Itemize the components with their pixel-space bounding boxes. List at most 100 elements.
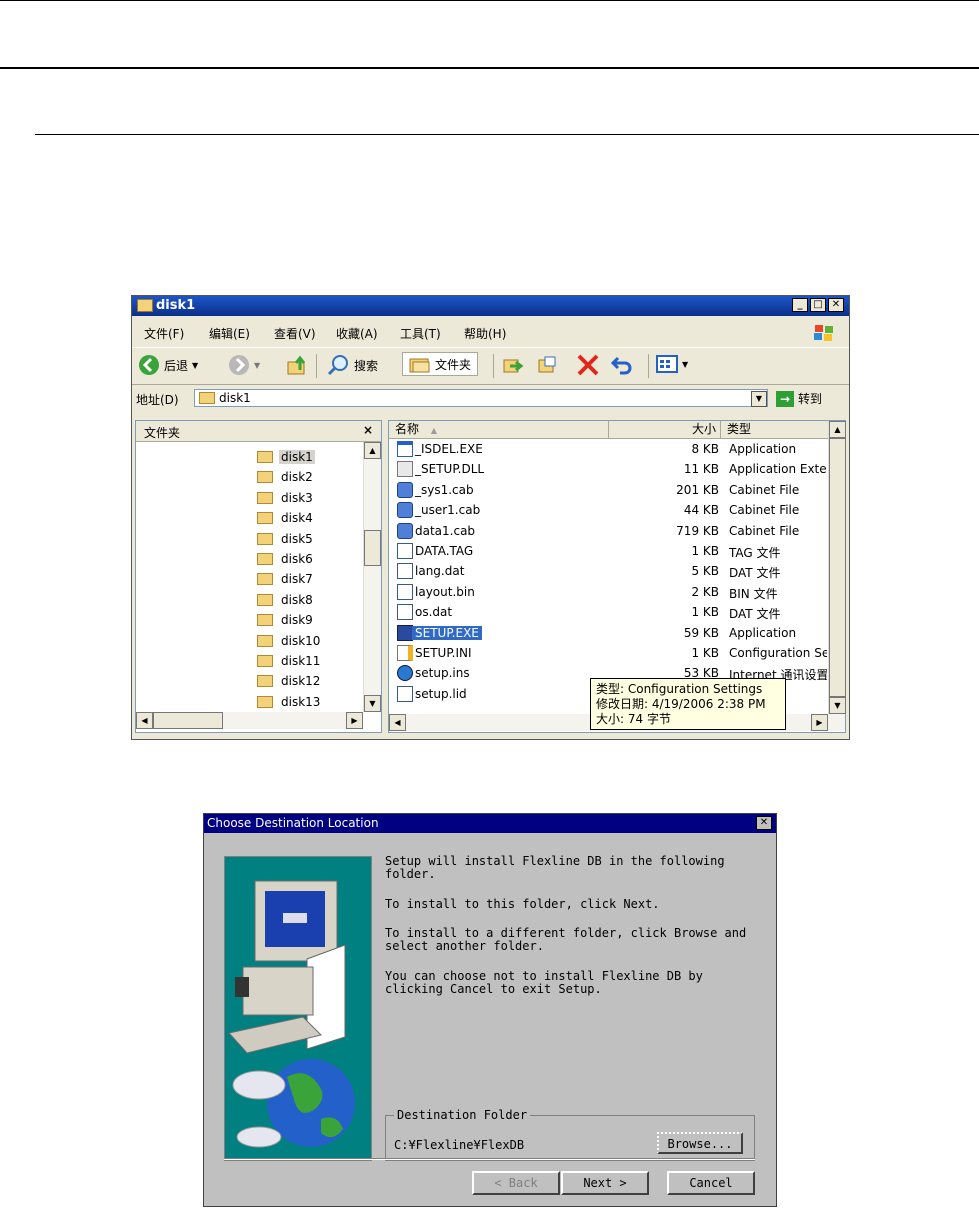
column-header-name[interactable]: 名称 ▲ [389, 421, 609, 439]
copy-to-icon [538, 356, 556, 373]
folders-icon [409, 358, 430, 373]
scroll-right-arrow[interactable]: ▶ [346, 712, 363, 729]
folder-tree-item[interactable]: disk6 [257, 549, 315, 569]
folder-tree-item[interactable]: disk2 [257, 467, 315, 487]
file-row[interactable]: _SETUP.DLL 11 KB Application Exter [389, 459, 829, 479]
back-button[interactable]: < Back [472, 1171, 560, 1195]
back-label: 后退 [164, 358, 189, 373]
file-row[interactable]: SETUP.INI 1 KB Configuration Set [389, 643, 829, 663]
header-rule [0, 67, 979, 69]
files-vertical-scrollbar[interactable]: ▲ ▼ [828, 421, 846, 714]
tooltip-modified: 修改日期: 4/19/2006 2:38 PM [596, 697, 766, 711]
file-row[interactable]: _sys1.cab 201 KB Cabinet File [389, 480, 829, 500]
back-arrow-icon [139, 355, 159, 375]
file-row[interactable]: SETUP.EXE 59 KB Application [389, 623, 829, 643]
scroll-down-arrow[interactable]: ▼ [829, 697, 846, 714]
column-header-size[interactable]: 大小 [609, 421, 721, 439]
scroll-right-arrow[interactable]: ▶ [811, 714, 828, 731]
folder-tree-item[interactable]: disk12 [257, 671, 322, 691]
address-input[interactable]: disk1 [194, 389, 768, 407]
close-button[interactable]: ✕ [828, 298, 844, 312]
next-button[interactable]: Next > [561, 1171, 649, 1195]
generic-file-icon [397, 583, 413, 600]
copy-to-button[interactable] [537, 354, 559, 376]
cancel-button[interactable]: Cancel [667, 1171, 755, 1195]
tooltip-type: 类型: Configuration Settings [596, 682, 763, 696]
menu-help[interactable]: 帮助(H) [464, 325, 506, 342]
move-to-button[interactable] [502, 354, 524, 376]
menu-edit[interactable]: 编辑(E) [209, 325, 250, 342]
search-button[interactable]: 搜索 [326, 354, 378, 376]
folder-tree-label: disk5 [281, 531, 313, 546]
folder-tree-item[interactable]: disk7 [257, 569, 315, 589]
file-row[interactable]: _user1.cab 44 KB Cabinet File [389, 500, 829, 520]
scroll-thumb[interactable] [829, 438, 846, 697]
file-type: Application Exter [729, 462, 827, 477]
folder-icon [257, 532, 273, 545]
folder-tree-label: disk4 [281, 511, 313, 526]
address-dropdown-button[interactable]: ▼ [751, 391, 767, 407]
folder-icon [199, 392, 215, 404]
dialog-close-button[interactable]: ✕ [756, 816, 772, 830]
folder-tree-item[interactable]: disk13 [257, 692, 322, 712]
file-size: 201 KB [676, 482, 719, 497]
file-row[interactable]: DATA.TAG 1 KB TAG 文件 [389, 541, 829, 561]
generic-file-icon [397, 604, 413, 621]
folders-button[interactable]: 文件夹 [402, 352, 479, 376]
scroll-left-arrow[interactable]: ◀ [389, 714, 406, 731]
tooltip-size: 大小: 74 字节 [596, 712, 671, 726]
file-size: 8 KB [691, 442, 719, 456]
folders-vertical-scrollbar[interactable]: ▲ ▼ [363, 442, 381, 712]
menu-tools[interactable]: 工具(T) [400, 325, 441, 342]
file-row[interactable]: _ISDEL.EXE 8 KB Application [389, 439, 829, 459]
column-header-type[interactable]: 类型 [721, 421, 829, 439]
folders-horizontal-scrollbar[interactable]: ◀ ▶ [136, 712, 363, 729]
undo-button[interactable] [610, 354, 634, 376]
file-row[interactable]: os.dat 1 KB DAT 文件 [389, 602, 829, 622]
delete-button[interactable] [576, 354, 600, 376]
minimize-button[interactable]: _ [792, 298, 808, 312]
file-type: Cabinet File [729, 503, 800, 518]
go-button[interactable]: → 转到 [776, 390, 822, 407]
folder-tree-item[interactable]: disk4 [257, 508, 315, 528]
folder-tree-item[interactable]: disk10 [257, 631, 322, 651]
scroll-down-arrow[interactable]: ▼ [364, 695, 381, 712]
folder-tree-item[interactable]: disk1 [257, 447, 315, 467]
scroll-up-arrow[interactable]: ▲ [829, 421, 846, 438]
column-type-label: 类型 [727, 422, 752, 436]
folder-icon [257, 655, 273, 667]
folders-pane-close-button[interactable]: × [363, 423, 373, 437]
explorer-title-bar[interactable]: disk1 _ □ ✕ [132, 296, 849, 316]
browse-button[interactable]: Browse... [657, 1132, 743, 1154]
scroll-thumb[interactable] [153, 712, 223, 729]
setup-exe-icon [397, 624, 413, 641]
file-row[interactable]: data1.cab 719 KB Cabinet File [389, 521, 829, 541]
menu-bar: 文件(F) 编辑(E) 查看(V) 收藏(A) 工具(T) 帮助(H) [132, 322, 849, 344]
dialog-title-bar[interactable]: Choose Destination Location ✕ [204, 814, 776, 833]
folder-tree-item[interactable]: disk11 [257, 651, 322, 671]
folders-pane: 文件夹 × disk1 disk2 disk3 disk4 disk5 disk6 disk… [135, 420, 382, 733]
scroll-left-arrow[interactable]: ◀ [136, 712, 153, 729]
scroll-up-arrow[interactable]: ▲ [364, 442, 381, 459]
file-row[interactable]: layout.bin 2 KB BIN 文件 [389, 582, 829, 602]
forward-button[interactable]: ▼ [228, 354, 260, 376]
menu-view[interactable]: 查看(V) [274, 325, 316, 342]
cabinet-icon [397, 502, 413, 519]
folder-tree-item[interactable]: disk5 [257, 529, 315, 549]
menu-file[interactable]: 文件(F) [144, 325, 184, 342]
back-button[interactable]: 后退 ▼ [138, 354, 198, 376]
folder-tree-label: disk13 [281, 694, 321, 709]
intro-text: Setup will install Flexline DB in the fo… [385, 854, 725, 881]
maximize-button[interactable]: □ [810, 298, 826, 312]
exe-window-icon [397, 441, 413, 457]
folder-tree-item[interactable]: disk9 [257, 610, 315, 630]
menu-favorites[interactable]: 收藏(A) [336, 325, 378, 342]
up-folder-button[interactable] [286, 354, 308, 376]
folder-tree-item[interactable]: disk8 [257, 590, 315, 610]
file-row[interactable]: lang.dat 5 KB DAT 文件 [389, 561, 829, 581]
destination-path: C:¥Flexline¥FlexDB [394, 1138, 525, 1152]
folder-tree-item[interactable]: disk3 [257, 488, 315, 508]
views-button[interactable]: ▼ [656, 354, 688, 374]
explorer-window: disk1 _ □ ✕ 文件(F) 编辑(E) 查看(V) 收藏(A) 工具(T… [131, 295, 850, 740]
scroll-thumb[interactable] [364, 530, 381, 566]
